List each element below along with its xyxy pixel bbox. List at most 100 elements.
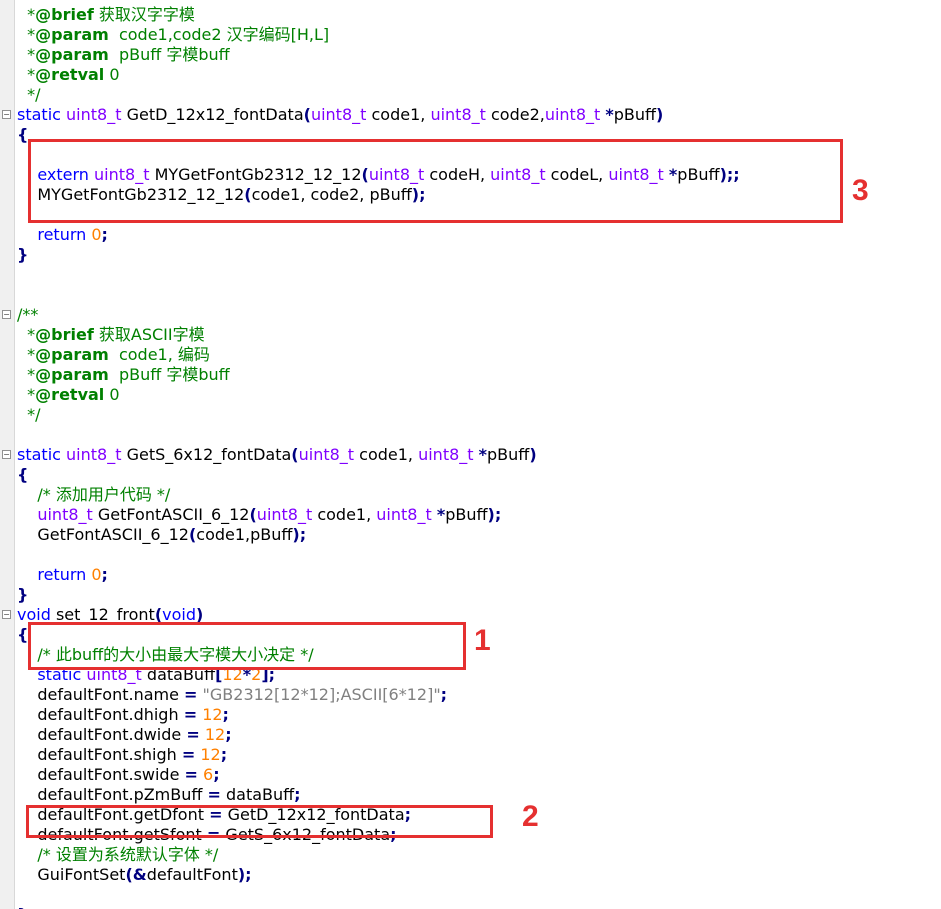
code-line[interactable]: defaultFont.pZmBuff = dataBuff; xyxy=(17,785,300,805)
code-token: * xyxy=(17,65,36,84)
code-line[interactable]: return 0; xyxy=(17,225,108,245)
code-token: ) xyxy=(656,105,664,124)
highlight-label-2: 2 xyxy=(522,800,539,833)
code-token: 获取ASCII字模 xyxy=(93,325,205,344)
code-line[interactable]: } xyxy=(17,585,28,605)
code-token: = xyxy=(184,765,198,784)
code-token: { xyxy=(17,125,29,144)
code-token: @param xyxy=(35,25,109,44)
code-token: pBuff xyxy=(445,505,488,524)
code-line[interactable]: *@retval 0 xyxy=(17,65,120,85)
code-line[interactable]: defaultFont.shigh = 12; xyxy=(17,745,227,765)
code-token: /* 设置为系统默认字体 */ xyxy=(37,845,219,864)
highlight-label-3: 3 xyxy=(852,174,869,207)
code-line[interactable]: defaultFont.dhigh = 12; xyxy=(17,705,229,725)
code-line[interactable]: return 0; xyxy=(17,565,108,585)
fold-toggle-icon[interactable]: − xyxy=(2,310,11,319)
code-token: @retval xyxy=(35,65,105,84)
code-token: * xyxy=(17,345,36,364)
fold-toggle-icon[interactable]: − xyxy=(2,450,11,459)
code-token: pBuff xyxy=(613,105,657,124)
code-token: ( xyxy=(125,865,133,884)
code-token: = xyxy=(181,745,196,764)
code-line[interactable]: } xyxy=(17,245,28,265)
code-token: GetS_6x12_fontData xyxy=(121,445,292,464)
code-token: defaultFont xyxy=(146,865,238,884)
code-token: ); xyxy=(237,865,252,884)
code-token: defaultFont.swide xyxy=(17,765,185,784)
code-token: defaultFont.name xyxy=(17,685,185,704)
code-line[interactable]: GetFontASCII_6_12(code1,pBuff); xyxy=(17,525,306,545)
code-token: & xyxy=(132,865,147,884)
code-line[interactable]: /* 设置为系统默认字体 */ xyxy=(17,845,218,865)
code-line[interactable]: */ xyxy=(17,405,41,425)
code-line[interactable]: { xyxy=(17,465,28,485)
code-token: GetD_12x12_fontData xyxy=(121,105,304,124)
highlight-box-2 xyxy=(26,805,493,838)
code-token: code2, xyxy=(485,105,545,124)
code-token: * xyxy=(478,445,488,464)
code-token: defaultFont.pZmBuff xyxy=(17,785,208,804)
code-token: pBuff 字模buff xyxy=(108,365,230,384)
code-line[interactable]: *@param code1, 编码 xyxy=(17,345,210,365)
code-line[interactable]: defaultFont.swide = 6; xyxy=(17,765,220,785)
code-token: } xyxy=(17,905,28,909)
code-token: = xyxy=(183,705,198,724)
code-token: ); xyxy=(292,525,307,544)
code-line[interactable]: { xyxy=(17,625,28,645)
code-token: = xyxy=(186,725,200,744)
code-line[interactable]: { xyxy=(17,125,28,145)
code-line[interactable]: } xyxy=(17,905,28,909)
code-line[interactable]: *@param pBuff 字模buff xyxy=(17,365,230,385)
code-token: ; xyxy=(213,765,220,784)
code-token: return xyxy=(37,225,87,244)
code-editor[interactable]: − − − − *@brief 获取汉字字模 *@param code1,code2 … xyxy=(0,0,941,909)
code-token: code1, xyxy=(312,505,377,524)
code-token: 12 xyxy=(204,725,226,744)
code-token: code1, xyxy=(366,105,431,124)
code-token: pBuff 字模buff xyxy=(108,45,230,64)
code-line[interactable]: static uint8_t GetS_6x12_fontData(uint8_… xyxy=(17,445,537,465)
code-line[interactable]: defaultFont.dwide = 12; xyxy=(17,725,232,745)
code-token: { xyxy=(17,465,29,484)
code-token: code1,pBuff xyxy=(196,525,293,544)
code-token: @retval xyxy=(35,385,105,404)
code-token: uint8_t xyxy=(430,105,486,124)
code-line[interactable]: *@param pBuff 字模buff xyxy=(17,45,230,65)
code-line[interactable]: /** xyxy=(17,305,38,325)
code-line[interactable]: /* 添加用户代码 */ xyxy=(17,485,170,505)
code-line[interactable]: *@brief 获取ASCII字模 xyxy=(17,325,205,345)
code-line[interactable]: uint8_t GetFontASCII_6_12(uint8_t code1,… xyxy=(17,505,501,525)
code-line[interactable]: static uint8_t GetD_12x12_fontData(uint8… xyxy=(17,105,663,125)
code-token: pBuff xyxy=(487,445,530,464)
code-token: defaultFont.dwide xyxy=(17,725,187,744)
code-token: GetFontASCII_6_12 xyxy=(92,505,250,524)
code-token: code1,code2 汉字编码[H,L] xyxy=(108,25,330,44)
code-token: * xyxy=(605,105,614,124)
code-line[interactable]: *@brief 获取汉字字模 xyxy=(17,5,195,25)
code-token: 12 xyxy=(200,745,221,764)
code-token: 0 xyxy=(104,65,120,84)
fold-toggle-icon[interactable]: − xyxy=(2,610,11,619)
code-token: * xyxy=(17,365,36,384)
code-token: ; xyxy=(222,705,229,724)
code-token: 0 xyxy=(91,225,102,244)
highlight-label-1: 1 xyxy=(474,624,491,657)
code-token: ; xyxy=(225,725,232,744)
fold-toggle-icon[interactable]: − xyxy=(2,110,11,119)
code-token: ; xyxy=(220,745,228,764)
code-line[interactable]: *@param code1,code2 汉字编码[H,L] xyxy=(17,25,329,45)
code-line[interactable]: defaultFont.name = "GB2312[12*12];ASCII[… xyxy=(17,685,447,705)
code-token: */ xyxy=(17,405,41,424)
code-line[interactable]: */ xyxy=(17,85,40,105)
code-token: { xyxy=(17,625,29,644)
code-line[interactable]: *@retval 0 xyxy=(17,385,119,405)
code-token: 12 xyxy=(202,705,223,724)
code-token: 0 xyxy=(91,565,102,584)
code-token: ( xyxy=(249,505,257,524)
code-line[interactable]: GuiFontSet(&defaultFont); xyxy=(17,865,252,885)
code-token: GuiFontSet xyxy=(17,865,126,884)
code-token: static xyxy=(17,445,61,464)
